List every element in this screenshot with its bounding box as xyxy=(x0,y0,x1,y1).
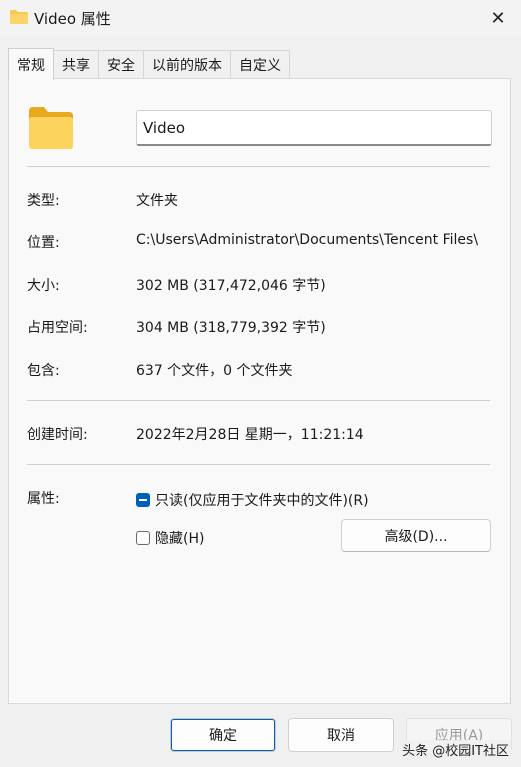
location-label: 位置: xyxy=(27,235,60,251)
folder-icon xyxy=(10,10,28,24)
size-on-disk-label: 占用空间: xyxy=(27,320,88,336)
location-value: C:\Users\Administrator\Documents\Tencent… xyxy=(136,232,479,248)
size-on-disk-value: 304 MB (318,779,392 字节) xyxy=(136,320,326,336)
folder-name-input[interactable] xyxy=(136,110,492,146)
large-folder-icon xyxy=(29,107,73,149)
ok-button[interactable]: 确定 xyxy=(170,718,276,752)
tab-sharing[interactable]: 共享 xyxy=(53,50,99,79)
checkbox-indeterminate-icon[interactable] xyxy=(136,493,150,507)
contains-label: 包含: xyxy=(27,363,60,379)
divider xyxy=(27,166,490,167)
created-label: 创建时间: xyxy=(27,427,88,443)
size-value: 302 MB (317,472,046 字节) xyxy=(136,278,326,294)
title-bar: Video 属性 ✕ xyxy=(0,0,521,36)
checkbox-unchecked-icon[interactable] xyxy=(136,531,150,545)
tab-previous-versions[interactable]: 以前的版本 xyxy=(143,50,231,79)
divider xyxy=(27,464,490,465)
tab-customize[interactable]: 自定义 xyxy=(230,50,290,79)
contains-value: 637 个文件，0 个文件夹 xyxy=(136,363,293,379)
readonly-label: 只读(仅应用于文件夹中的文件)(R) xyxy=(155,493,369,509)
cancel-button[interactable]: 取消 xyxy=(288,718,394,752)
close-button[interactable]: ✕ xyxy=(475,0,521,36)
type-label: 类型: xyxy=(27,193,60,209)
close-icon: ✕ xyxy=(490,7,506,29)
hidden-checkbox[interactable]: 隐藏(H) xyxy=(136,528,204,548)
general-panel: 类型: 文件夹 位置: C:\Users\Administrator\Docum… xyxy=(8,78,511,704)
attributes-label: 属性: xyxy=(27,491,60,507)
divider xyxy=(27,400,490,401)
tab-general[interactable]: 常规 xyxy=(8,48,54,80)
size-label: 大小: xyxy=(27,278,60,294)
tab-strip: 常规 共享 安全 以前的版本 自定义 xyxy=(8,48,290,80)
readonly-checkbox[interactable]: 只读(仅应用于文件夹中的文件)(R) xyxy=(136,490,369,510)
type-value: 文件夹 xyxy=(136,193,178,209)
window-title: Video 属性 xyxy=(34,10,111,28)
advanced-button[interactable]: 高级(D)... xyxy=(341,519,491,552)
tab-security[interactable]: 安全 xyxy=(98,50,144,79)
created-value: 2022年2月28日 星期一，11:21:14 xyxy=(136,427,364,443)
hidden-label: 隐藏(H) xyxy=(155,531,205,547)
watermark: 头条 @校园IT社区 xyxy=(400,740,511,759)
